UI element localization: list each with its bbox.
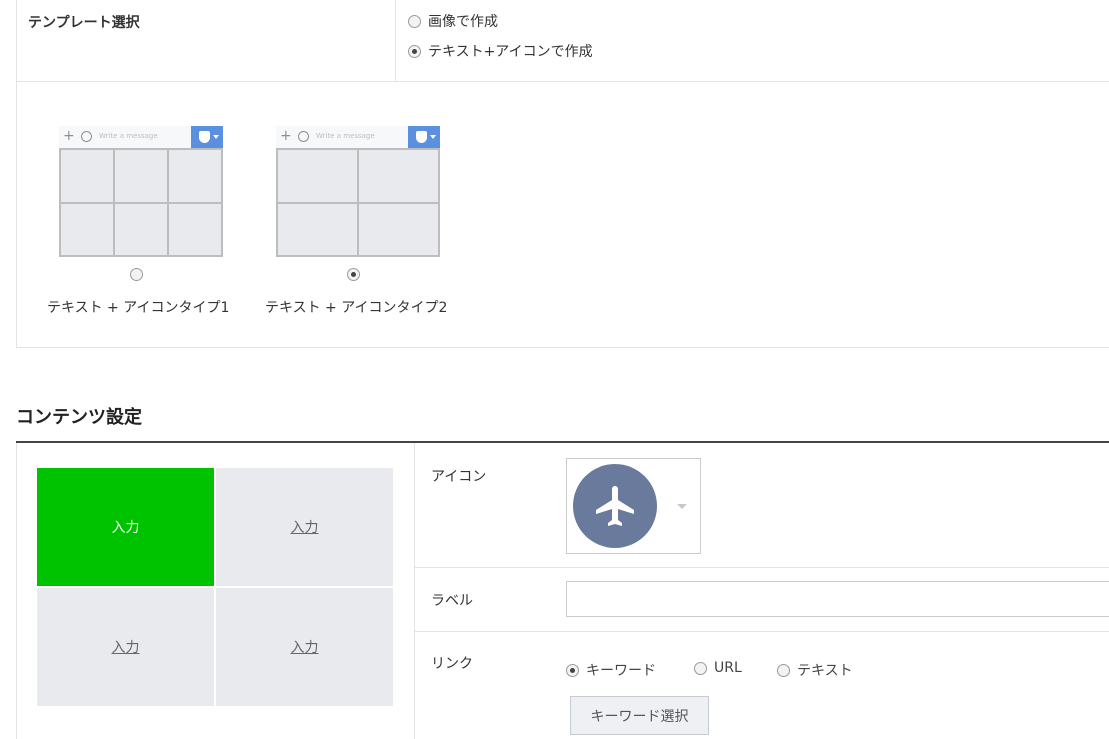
- menu-badge: [408, 126, 440, 148]
- option-text-icon-label: テキスト+アイコンで作成: [428, 44, 593, 60]
- radio-text-icon[interactable]: [408, 44, 421, 58]
- link-option-keyword[interactable]: キーワード: [566, 660, 656, 680]
- caret-icon: [430, 135, 436, 139]
- shield-icon: [199, 131, 210, 143]
- template-thumbnails: + Write a message + Write a message テキスト…: [16, 82, 1109, 348]
- cell-4-label[interactable]: 入力: [291, 637, 319, 657]
- row-separator: [415, 631, 1109, 632]
- radio-text[interactable]: [777, 663, 790, 677]
- divider: [395, 0, 396, 81]
- option-image[interactable]: 画像で作成: [408, 11, 498, 31]
- link-row-label: リンク: [431, 656, 473, 672]
- caret-icon: [213, 135, 219, 139]
- shield-icon: [416, 131, 427, 143]
- thumb-placeholder: Write a message: [99, 132, 158, 140]
- template-select-label: テンプレート選択: [28, 15, 140, 31]
- radio-keyword[interactable]: [566, 663, 579, 677]
- link-url-label: URL: [714, 660, 742, 676]
- thumbnail-type2[interactable]: + Write a message: [276, 126, 440, 257]
- chevron-down-icon[interactable]: [677, 504, 687, 509]
- content-cell-2[interactable]: 入力: [216, 468, 393, 586]
- thumb-input-bar: + Write a message: [276, 126, 440, 148]
- radio-type1[interactable]: [130, 268, 143, 281]
- thumb-placeholder: Write a message: [316, 132, 375, 140]
- label-input[interactable]: [566, 581, 1109, 617]
- link-option-url[interactable]: URL: [694, 660, 742, 676]
- link-keyword-label: キーワード: [586, 663, 656, 679]
- menu-badge: [191, 126, 223, 148]
- plus-icon: +: [63, 128, 75, 144]
- content-cell-1[interactable]: 入力: [37, 468, 214, 586]
- thumbnail-type1[interactable]: + Write a message: [59, 126, 223, 257]
- keyword-select-button[interactable]: キーワード選択: [570, 696, 709, 735]
- icon-select[interactable]: [566, 458, 701, 554]
- row-separator: [415, 567, 1109, 568]
- cell-3-label[interactable]: 入力: [112, 637, 140, 657]
- thumb-grid: [59, 148, 223, 257]
- thumb-grid: [276, 148, 440, 257]
- emoji-icon: [298, 131, 309, 142]
- option-image-label: 画像で作成: [428, 14, 498, 30]
- link-option-text[interactable]: テキスト: [777, 660, 853, 680]
- content-cell-3[interactable]: 入力: [37, 588, 214, 706]
- link-text-label: テキスト: [797, 663, 853, 679]
- radio-image[interactable]: [408, 14, 421, 28]
- option-text-icon[interactable]: テキスト+アイコンで作成: [408, 41, 593, 61]
- icon-row-label: アイコン: [431, 469, 487, 485]
- thumbnail-type2-label: テキスト + アイコンタイプ2: [265, 300, 448, 316]
- label-row-label: ラベル: [431, 593, 473, 609]
- airplane-icon: [573, 464, 657, 548]
- radio-url[interactable]: [694, 661, 707, 675]
- emoji-icon: [81, 131, 92, 142]
- thumbnail-type1-label: テキスト + アイコンタイプ1: [47, 300, 230, 316]
- section-title: コンテンツ設定: [16, 407, 142, 428]
- cell-2-label[interactable]: 入力: [291, 517, 319, 537]
- cell-1-label: 入力: [111, 520, 140, 536]
- radio-type2[interactable]: [347, 268, 360, 281]
- thumb-input-bar: + Write a message: [59, 126, 223, 148]
- content-cell-4[interactable]: 入力: [216, 588, 393, 706]
- plus-icon: +: [280, 128, 292, 144]
